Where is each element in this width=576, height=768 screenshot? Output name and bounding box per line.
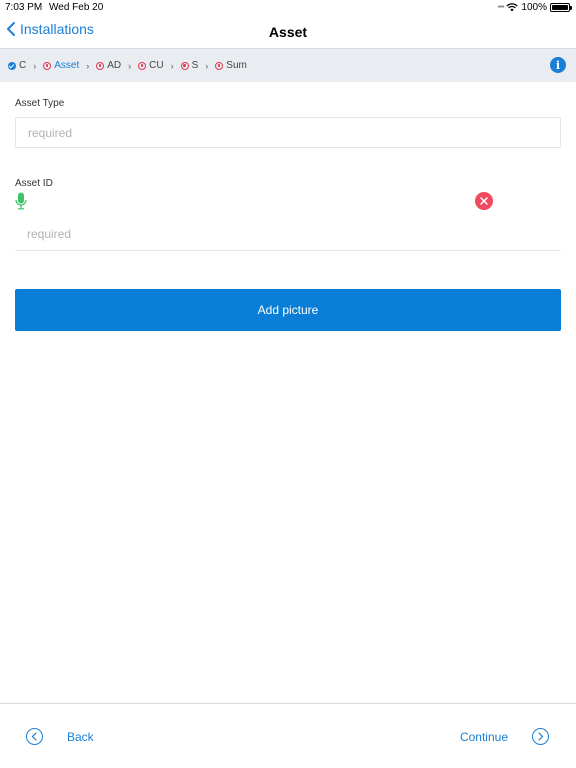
continue-label: Continue — [459, 729, 508, 744]
breadcrumb-item-s[interactable]: S — [180, 60, 199, 71]
info-icon[interactable]: i — [550, 57, 566, 73]
circle-arrow-right-icon — [532, 728, 549, 745]
close-icon — [480, 197, 488, 205]
status-time: 7:03 PM — [5, 2, 43, 13]
battery-percent: 100% — [521, 2, 547, 13]
status-right: •••• 100% — [497, 2, 572, 13]
breadcrumb-item-c[interactable]: C — [8, 60, 26, 71]
circle-arrow-left-icon — [26, 728, 43, 745]
breadcrumb-label: Sum — [226, 60, 247, 71]
microphone-icon[interactable] — [15, 192, 27, 210]
radio-dot-icon — [180, 61, 189, 70]
battery-icon — [550, 3, 572, 12]
radio-dot-icon — [96, 61, 105, 70]
breadcrumb: C › Asset › AD › CU › S › Sum i — [0, 48, 576, 82]
add-picture-button[interactable]: Add picture — [15, 289, 561, 331]
breadcrumb-label: AD — [107, 60, 122, 71]
page-title: Asset — [268, 24, 308, 40]
nav-bar: Installations Asset — [0, 16, 576, 48]
breadcrumb-label: C — [19, 60, 27, 71]
breadcrumb-item-ad[interactable]: AD — [96, 60, 121, 71]
breadcrumb-label: Asset — [54, 60, 80, 71]
status-date: Wed Feb 20 — [49, 2, 104, 13]
radio-dot-icon — [138, 61, 147, 70]
status-bar: 7:03 PM Wed Feb 20 •••• 100% — [0, 0, 576, 16]
back-label: Back — [67, 729, 94, 744]
breadcrumb-label: CU — [149, 60, 164, 71]
clear-input-icon[interactable] — [475, 192, 493, 210]
chevron-right-icon: › — [205, 60, 209, 71]
chevron-right-icon: › — [170, 60, 174, 71]
asset-type-label: Asset Type — [15, 98, 65, 109]
breadcrumb-label: S — [191, 60, 199, 71]
asset-id-label: Asset ID — [15, 178, 53, 189]
breadcrumb-item-sum[interactable]: Sum — [215, 60, 247, 71]
check-circle-icon — [8, 61, 16, 70]
back-button[interactable]: Back — [26, 728, 94, 745]
chevron-right-icon: › — [86, 60, 90, 71]
signal-dots-icon: •••• — [497, 4, 505, 11]
breadcrumb-item-cu[interactable]: CU — [138, 60, 164, 71]
chevron-right-icon: › — [128, 60, 132, 71]
asset-type-input[interactable] — [15, 117, 561, 148]
asset-id-input[interactable] — [15, 217, 561, 251]
radio-dot-icon — [215, 61, 224, 70]
footer-toolbar: Back Continue — [0, 703, 576, 768]
wifi-icon — [506, 3, 519, 12]
radio-dot-icon — [43, 61, 52, 70]
continue-button[interactable]: Continue — [460, 728, 549, 745]
chevron-right-icon: › — [33, 60, 37, 71]
breadcrumb-item-asset[interactable]: Asset — [43, 60, 79, 71]
